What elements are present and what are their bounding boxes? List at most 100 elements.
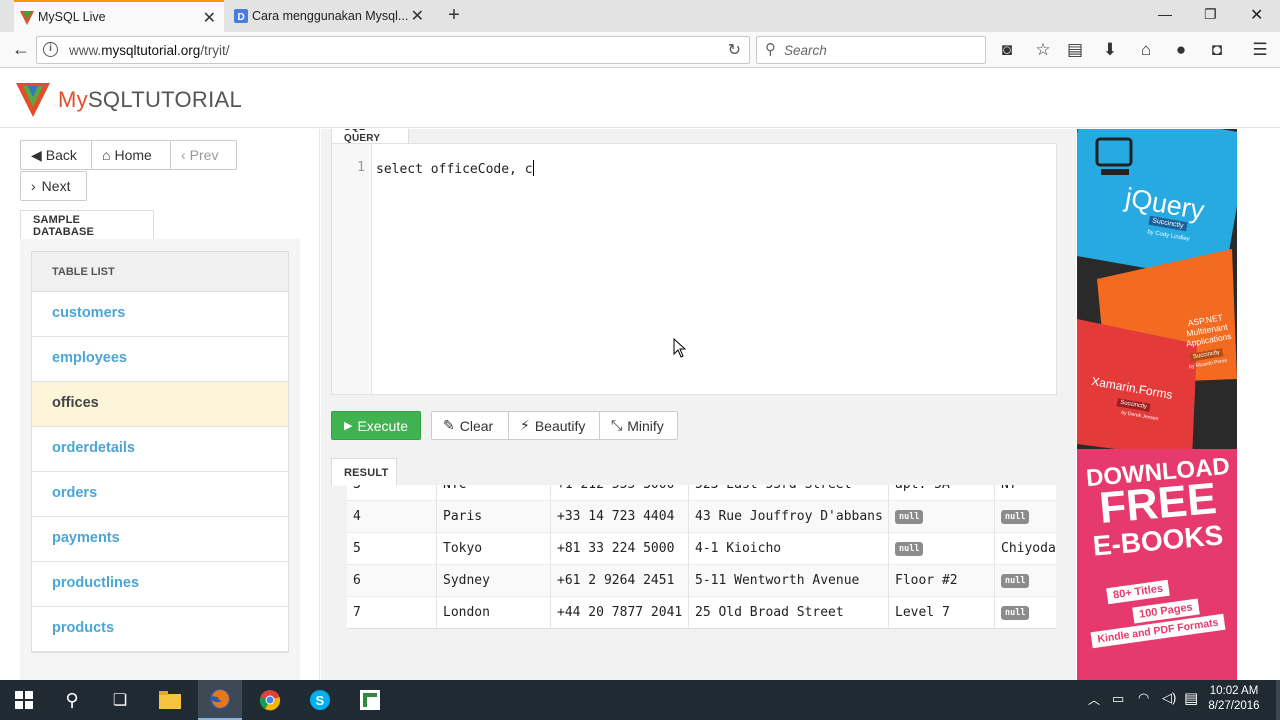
reading-list-icon[interactable]: ▤ xyxy=(1064,40,1086,60)
new-tab-icon[interactable]: + xyxy=(444,4,464,27)
site-header: MySQLTUTORIAL xyxy=(0,69,1280,128)
browser-tab-bar: MySQL Live ✕ D Cara menggunakan Mysql...… xyxy=(0,0,1280,32)
editor-gutter: 1 xyxy=(332,144,372,394)
chevron-left-icon: ‹ xyxy=(181,147,186,163)
mysqltutorial-logo-icon[interactable] xyxy=(16,83,50,117)
home-icon: ⌂ xyxy=(102,147,111,163)
line-number: 1 xyxy=(357,160,365,175)
home-icon[interactable]: ⌂ xyxy=(1135,40,1157,60)
main-panel: SQL QUERY 1 select officeCode, c ▶Execut… xyxy=(321,129,1076,680)
browser-tab-cara[interactable]: D Cara menggunakan Mysql... ✕ xyxy=(228,0,432,32)
tab-title: MySQL Live xyxy=(38,10,106,24)
sql-query-tab[interactable]: SQL QUERY xyxy=(331,129,409,144)
camtasia-icon[interactable] xyxy=(348,680,392,720)
battery-icon[interactable]: ▭ xyxy=(1112,691,1124,707)
table-item-customers[interactable]: customers xyxy=(32,292,288,337)
magic-wand-icon: ⚡ xyxy=(520,417,530,433)
show-desktop-button[interactable] xyxy=(1276,680,1280,720)
skype-icon[interactable]: S xyxy=(298,680,342,720)
clock-date: 8/27/2016 xyxy=(1208,700,1260,712)
windows-start-icon[interactable] xyxy=(2,680,46,720)
table-item-orderdetails[interactable]: orderdetails xyxy=(32,427,288,472)
table-item-employees[interactable]: employees xyxy=(32,337,288,382)
minimize-icon[interactable]: — xyxy=(1158,6,1172,22)
file-explorer-icon[interactable] xyxy=(148,680,192,720)
firefox-icon[interactable] xyxy=(198,680,242,720)
sql-editor[interactable]: 1 select officeCode, c xyxy=(331,143,1057,395)
svg-text:S: S xyxy=(316,693,325,708)
play-icon: ▶ xyxy=(343,420,353,432)
text-caret xyxy=(532,160,534,176)
ebooks-ad-banner[interactable]: jQuery Succinctly by Cody Lindley ASP.NE… xyxy=(1077,129,1237,680)
menu-icon[interactable]: ☰ xyxy=(1249,40,1271,60)
mouse-cursor-icon xyxy=(673,338,687,358)
table-list-title: TABLE LIST xyxy=(32,252,288,292)
minify-button[interactable]: ⤡ Minify xyxy=(599,411,678,440)
search-placeholder: Search xyxy=(784,43,827,58)
null-badge: null xyxy=(895,509,924,524)
table-row: 6 Sydney +61 2 9264 2451 5-11 Wentworth … xyxy=(347,565,1056,597)
arrow-left-icon: ◀ xyxy=(31,146,42,163)
reading-mode-icon[interactable]: ◙ xyxy=(996,40,1018,60)
system-clock[interactable]: 10:02 AM 8/27/2016 xyxy=(1206,684,1262,714)
null-badge: null xyxy=(895,541,924,556)
clear-button[interactable]: ✎ Clear xyxy=(431,411,509,440)
search-icon: ⚲ xyxy=(765,41,776,58)
null-badge: null xyxy=(1001,509,1030,524)
close-tab-icon[interactable]: ✕ xyxy=(203,8,216,28)
table-item-offices[interactable]: offices xyxy=(32,382,288,427)
docs-favicon-icon: D xyxy=(234,9,248,23)
download-icon[interactable]: ⬇ xyxy=(1099,40,1121,60)
table-row: 3 NYC +1 212 555 3000 523 East 53rd Stre… xyxy=(347,485,1056,501)
search-icon[interactable]: ⚲ xyxy=(50,680,94,720)
table-list-panel: TABLE LIST customers employees offices o… xyxy=(20,239,300,680)
result-tab[interactable]: RESULT xyxy=(331,458,397,486)
close-tab-icon[interactable]: ✕ xyxy=(411,6,424,26)
page-body: ◀ Back ⌂ Home ‹ Prev › Next SAMPLE DATABASE … xyxy=(0,129,1280,680)
site-logo-text[interactable]: MySQLTUTORIAL xyxy=(58,87,242,113)
svg-text:D: D xyxy=(238,12,245,23)
table-list: TABLE LIST customers employees offices o… xyxy=(31,251,289,653)
notifications-icon[interactable]: ▤ xyxy=(1184,689,1198,707)
chat-icon[interactable]: ● xyxy=(1170,40,1192,60)
next-button[interactable]: › Next xyxy=(20,171,87,201)
task-view-icon[interactable]: ❏ xyxy=(98,680,142,720)
back-button[interactable]: ◀ Back xyxy=(20,140,92,170)
windows-taskbar: ⚲ ❏ S ︿ ▭ ◠ ◁) ▤ 10:02 AM 8/27/2016 xyxy=(0,680,1280,720)
tab-title: Cara menggunakan Mysql... xyxy=(252,9,409,23)
url-text[interactable]: www.mysqltutorial.org/tryit/ xyxy=(69,43,230,58)
execute-button[interactable]: ▶ Execute xyxy=(331,411,421,440)
sidebar: ◀ Back ⌂ Home ‹ Prev › Next SAMPLE DATABASE … xyxy=(0,129,320,680)
search-bar[interactable]: ⚲ Search xyxy=(756,36,986,64)
table-item-productlines[interactable]: productlines xyxy=(32,562,288,607)
table-row: 4 Paris +33 14 723 4404 43 Rue Jouffroy … xyxy=(347,501,1056,533)
pocket-icon[interactable]: ◘ xyxy=(1206,40,1228,60)
beautify-button[interactable]: ⚡ Beautify xyxy=(508,411,600,440)
table-item-orders[interactable]: orders xyxy=(32,472,288,517)
page-right-margin xyxy=(1237,129,1280,680)
close-window-icon[interactable]: ✕ xyxy=(1250,5,1263,25)
sample-database-tab[interactable]: SAMPLE DATABASE xyxy=(20,210,154,240)
null-badge: null xyxy=(1001,605,1030,620)
url-bar[interactable]: i www.mysqltutorial.org/tryit/ ↻ xyxy=(36,36,750,64)
home-button[interactable]: ⌂ Home xyxy=(91,140,171,170)
restore-icon[interactable]: ❐ xyxy=(1204,6,1217,23)
table-row: 5 Tokyo +81 33 224 5000 4-1 Kioicho null… xyxy=(347,533,1056,565)
table-item-payments[interactable]: payments xyxy=(32,517,288,562)
info-icon[interactable]: i xyxy=(43,42,58,57)
browser-nav-bar: ← i www.mysqltutorial.org/tryit/ ↻ ⚲ Sea… xyxy=(0,32,1280,68)
null-badge: null xyxy=(1001,573,1030,588)
volume-icon[interactable]: ◁) xyxy=(1162,690,1176,706)
table-item-products[interactable]: products xyxy=(32,607,288,652)
code-line[interactable]: select officeCode, c xyxy=(376,160,534,177)
bookmark-star-icon[interactable]: ☆ xyxy=(1032,40,1054,60)
chevron-up-icon[interactable]: ︿ xyxy=(1088,691,1100,708)
clock-time: 10:02 AM xyxy=(1209,685,1259,697)
prev-button[interactable]: ‹ Prev xyxy=(170,140,237,170)
wifi-icon[interactable]: ◠ xyxy=(1138,690,1149,706)
back-arrow-icon[interactable]: ← xyxy=(10,39,32,59)
browser-tab-mysql-live[interactable]: MySQL Live ✕ xyxy=(14,0,224,32)
chrome-icon[interactable] xyxy=(248,680,292,720)
table-row: 7 London +44 20 7877 2041 25 Old Broad S… xyxy=(347,597,1056,628)
reload-icon[interactable]: ↻ xyxy=(728,40,741,60)
